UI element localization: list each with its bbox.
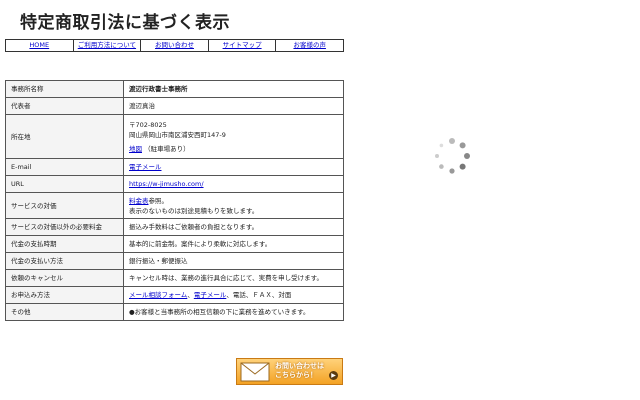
envelope-icon: [240, 362, 270, 382]
price-note: 表示のないものは別途見積もりを致します。: [129, 206, 259, 215]
nav-link-sitemap[interactable]: サイトマップ: [223, 41, 262, 49]
nav-cell-sitemap: サイトマップ: [207, 39, 277, 52]
table-row: E-mail 電子メール: [5, 158, 344, 176]
row-label: URL: [5, 175, 124, 193]
banner-line1: お問い合わせは: [275, 362, 324, 370]
nav-cell-voices: お客様の声: [275, 39, 344, 52]
nav-link-usage[interactable]: ご利用方法について: [78, 41, 136, 49]
row-label: サービスの対価以外の必要料金: [5, 218, 124, 236]
other-value: ●お客様と当事務所の相互信頼の下に業務を進めていきます。: [123, 303, 344, 321]
office-name-value: 渡辺行政書士事務所: [123, 80, 344, 98]
table-row: お申込み方法 メール相談フォーム、電子メール、電話、ＦＡＸ、対面: [5, 286, 344, 304]
postal-code: 〒702-8025: [129, 120, 167, 129]
table-row: URL https://w-jimusho.com/: [5, 175, 344, 193]
table-row: 事務所名称 渡辺行政書士事務所: [5, 80, 344, 98]
map-link[interactable]: 地図: [129, 145, 142, 153]
representative-value: 渡辺真治: [123, 97, 344, 115]
banner-line2: こちらから！: [275, 371, 317, 379]
row-label: 代表者: [5, 97, 124, 115]
payment-method-value: 銀行振込・郵便振込: [123, 252, 344, 270]
nav-cell-contact: お問い合わせ: [140, 39, 209, 52]
arrow-right-icon: ▶: [329, 371, 338, 380]
row-label: 代金の支払い方法: [5, 252, 124, 270]
row-label: 代金の支払時期: [5, 235, 124, 253]
email-link[interactable]: 電子メール: [129, 163, 162, 171]
table-row: サービスの対価 料金表参照。 表示のないものは別途見積もりを致します。: [5, 192, 344, 219]
table-row: 所在地 〒702-8025 岡山県岡山市南区浦安西町147-9 地図 （駐車場あ…: [5, 114, 344, 159]
email-link-2[interactable]: 電子メール: [194, 291, 227, 299]
nav-cell-home: HOME: [5, 39, 74, 52]
table-row: 代金の支払い方法 銀行振込・郵便振込: [5, 252, 344, 270]
price-suffix: 参照。: [148, 196, 169, 205]
row-label: サービスの対価: [5, 192, 124, 219]
commerce-info-table: 事務所名称 渡辺行政書士事務所 代表者 渡辺真治 所在地 〒702-8025 岡…: [5, 80, 344, 321]
row-label: 依頼のキャンセル: [5, 269, 124, 287]
page-title: 特定商取引法に基づく表示: [20, 13, 230, 33]
table-row: 代表者 渡辺真治: [5, 97, 344, 115]
row-label: その他: [5, 303, 124, 321]
table-row: その他 ●お客様と当事務所の相互信頼の下に業務を進めていきます。: [5, 303, 344, 321]
row-label: 事務所名称: [5, 80, 124, 98]
apply-methods-rest: 、電話、ＦＡＸ、対面: [226, 291, 292, 299]
price-list-link[interactable]: 料金表: [129, 197, 149, 205]
table-row: 代金の支払時期 基本的に前金制。案件により柔軟に対応します。: [5, 235, 344, 253]
nav-link-voices[interactable]: お客様の声: [293, 41, 326, 49]
row-label: お申込み方法: [5, 286, 124, 304]
parking-note: （駐車場あり）: [144, 144, 190, 153]
url-link[interactable]: https://w-jimusho.com/: [129, 180, 204, 188]
contact-banner-button[interactable]: お問い合わせは こちらから！ ▶: [236, 358, 343, 385]
address-text: 岡山県岡山市南区浦安西町147-9: [129, 130, 226, 139]
nav-cell-usage: ご利用方法について: [72, 39, 142, 52]
nav-link-home[interactable]: HOME: [29, 41, 49, 49]
cancellation-value: キャンセル時は、業務の進行具合に応じて、実費を申し受けます。: [123, 269, 344, 287]
table-row: サービスの対価以外の必要料金 振込み手数料はご依頼者の負担となります。: [5, 218, 344, 236]
nav-link-contact[interactable]: お問い合わせ: [155, 41, 194, 49]
payment-timing-value: 基本的に前金制。案件により柔軟に対応します。: [123, 235, 344, 253]
address-cell: 〒702-8025 岡山県岡山市南区浦安西町147-9 地図 （駐車場あり）: [123, 114, 344, 159]
row-label: 所在地: [5, 114, 124, 159]
mail-form-link[interactable]: メール相談フォーム: [129, 291, 187, 299]
table-row: 依頼のキャンセル キャンセル時は、業務の進行具合に応じて、実費を申し受けます。: [5, 269, 344, 287]
extra-fee-value: 振込み手数料はご依頼者の負担となります。: [123, 218, 344, 236]
row-label: E-mail: [5, 158, 124, 176]
banner-text: お問い合わせは こちらから！: [275, 362, 324, 380]
top-navigation: HOME ご利用方法について お問い合わせ サイトマップ お客様の声: [5, 39, 344, 52]
loading-spinner-icon: [435, 138, 470, 174]
